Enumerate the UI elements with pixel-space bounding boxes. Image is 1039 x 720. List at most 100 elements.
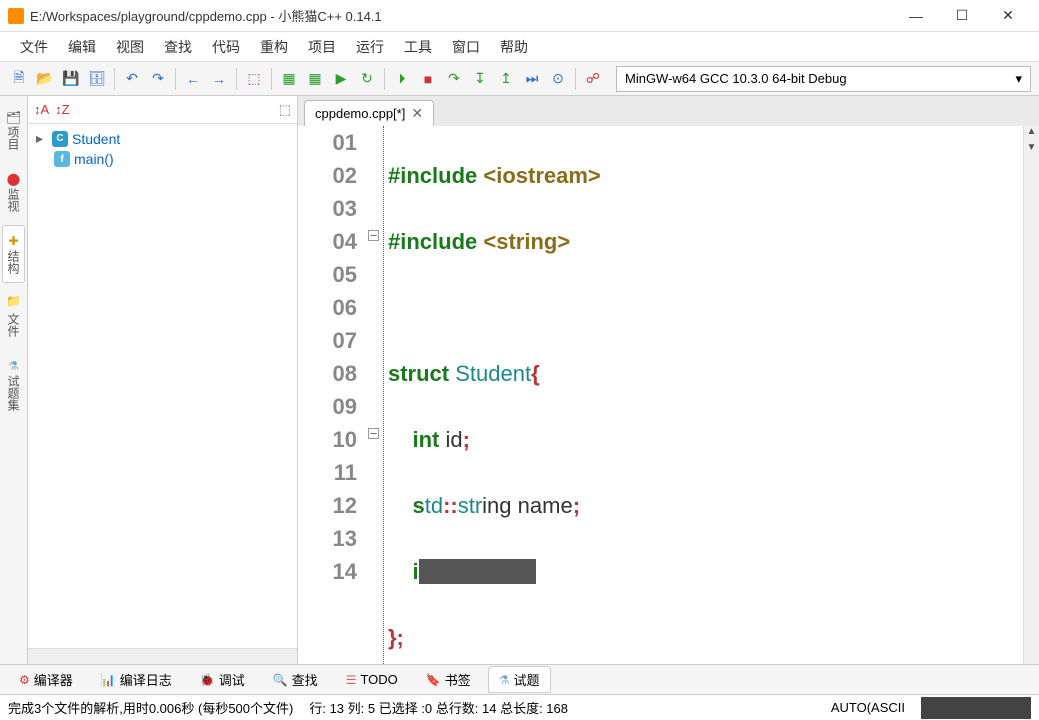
- editor-tabbar: cppdemo.cpp[*] ✕: [298, 96, 1039, 126]
- structure-panel: ↕A ↕Z ⬚ ▸ C Student f main(): [28, 96, 298, 664]
- sort-alpha-icon[interactable]: ↕A: [34, 102, 49, 117]
- menu-code[interactable]: 代码: [204, 35, 248, 59]
- files-icon: 📁: [7, 296, 21, 311]
- build-run-icon[interactable]: ▦: [304, 68, 326, 90]
- tree-item-main[interactable]: f main(): [36, 149, 289, 169]
- chart-icon: 📊: [101, 673, 116, 687]
- step-into-icon[interactable]: ↧: [469, 68, 491, 90]
- statusbar: 完成3个文件的解析,用时0.006秒 (每秒500个文件) 行: 13 列: 5…: [0, 694, 1039, 720]
- class-icon: C: [52, 131, 68, 147]
- toolwindow-watch[interactable]: ⬤监视: [2, 163, 25, 221]
- rebuild-icon[interactable]: ↻: [356, 68, 378, 90]
- problem-icon[interactable]: ☍: [582, 68, 604, 90]
- menu-refactor[interactable]: 重构: [252, 35, 296, 59]
- structure-icon: ✚: [7, 234, 21, 248]
- search-icon: 🔍: [273, 673, 288, 687]
- bug-icon: 🐞: [200, 673, 215, 687]
- tree-label: main(): [74, 151, 114, 167]
- redo-icon[interactable]: ↷: [147, 68, 169, 90]
- code-body[interactable]: #include <iostream> #include <string> st…: [384, 126, 1039, 664]
- save-icon[interactable]: 💾: [60, 68, 82, 90]
- run-icon[interactable]: ▶: [330, 68, 352, 90]
- menu-help[interactable]: 帮助: [492, 35, 536, 59]
- tab-todo[interactable]: ☰TODO: [335, 668, 409, 691]
- resource-graph: [921, 697, 1031, 719]
- menu-run[interactable]: 运行: [348, 35, 392, 59]
- tab-label: cppdemo.cpp[*]: [315, 106, 405, 121]
- build-icon[interactable]: ▦: [278, 68, 300, 90]
- compiler-select[interactable]: MinGW-w64 GCC 10.3.0 64-bit Debug ▾: [616, 66, 1031, 92]
- step-over-icon[interactable]: ↷: [443, 68, 465, 90]
- function-icon: f: [54, 151, 70, 167]
- menu-edit[interactable]: 编辑: [60, 35, 104, 59]
- toolbar: 🗎 📂 💾 🗄 ↶ ↷ ← → ⬚ ▦ ▦ ▶ ↻ ⏵ ■ ↷ ↧ ↥ ⏭ ⊙ …: [0, 62, 1039, 96]
- menubar: 文件 编辑 视图 查找 代码 重构 项目 运行 工具 窗口 帮助: [0, 32, 1039, 62]
- toolwindow-project[interactable]: 🗂项目: [2, 100, 25, 159]
- flask-icon: ⚗: [499, 673, 510, 687]
- tree-item-student[interactable]: ▸ C Student: [36, 128, 289, 149]
- status-parse: 完成3个文件的解析,用时0.006秒 (每秒500个文件): [8, 698, 293, 717]
- app-icon: [8, 8, 24, 24]
- status-cursor: 行: 13 列: 5 已选择 :0 总行数: 14 总长度: 168: [309, 698, 568, 717]
- fold-toggle-icon[interactable]: −: [368, 230, 379, 241]
- editor-scrollbar-v[interactable]: ▲ ▼: [1023, 126, 1039, 664]
- scroll-down-icon[interactable]: ▼: [1024, 142, 1039, 158]
- editor-tab-cppdemo[interactable]: cppdemo.cpp[*] ✕: [304, 100, 434, 126]
- close-button[interactable]: ✕: [985, 0, 1031, 32]
- sort-type-icon[interactable]: ↕Z: [55, 102, 69, 117]
- tab-buildlog[interactable]: 📊编译日志: [90, 666, 183, 693]
- debug-icon[interactable]: ⏵: [391, 68, 413, 90]
- bottom-tabbar: ⚙编译器 📊编译日志 🐞调试 🔍查找 ☰TODO 🔖书签 ⚗试题: [0, 664, 1039, 694]
- fold-column: − −: [368, 126, 384, 664]
- tab-bookmark[interactable]: 🔖书签: [415, 666, 482, 693]
- toolwindow-structure[interactable]: ✚结构: [2, 225, 25, 283]
- watch-icon: ⬤: [7, 172, 21, 186]
- forward-icon[interactable]: →: [208, 68, 230, 90]
- open-icon[interactable]: 📂: [34, 68, 56, 90]
- undo-icon[interactable]: ↶: [121, 68, 143, 90]
- tab-search[interactable]: 🔍查找: [262, 666, 329, 693]
- format-icon[interactable]: ⬚: [243, 68, 265, 90]
- scroll-up-icon[interactable]: ▲: [1024, 126, 1039, 142]
- collapse-icon[interactable]: ⬚: [279, 102, 291, 118]
- main: 🗂项目 ⬤监视 ✚结构 📁文件 ⚗试题集 ↕A ↕Z ⬚ ▸ C Student…: [0, 96, 1039, 664]
- minimize-button[interactable]: —: [893, 0, 939, 32]
- left-toolwindow-bar: 🗂项目 ⬤监视 ✚结构 📁文件 ⚗试题集: [0, 96, 28, 664]
- menu-file[interactable]: 文件: [12, 35, 56, 59]
- breakpoint-icon[interactable]: ⊙: [547, 68, 569, 90]
- tab-debug[interactable]: 🐞调试: [189, 666, 256, 693]
- menu-window[interactable]: 窗口: [444, 35, 488, 59]
- tab-problems[interactable]: ⚗试题: [488, 666, 551, 693]
- editor-area: cppdemo.cpp[*] ✕ 01 02 03 04 05 06 07 08…: [298, 96, 1039, 664]
- project-icon: 🗂: [7, 109, 21, 124]
- save-all-icon[interactable]: 🗄: [86, 68, 108, 90]
- code-editor[interactable]: 01 02 03 04 05 06 07 08 09 10 11 12 13 1…: [298, 126, 1039, 664]
- step-out-icon[interactable]: ↥: [495, 68, 517, 90]
- menu-view[interactable]: 视图: [108, 35, 152, 59]
- toolwindow-files[interactable]: 📁文件: [2, 287, 25, 346]
- tab-compiler[interactable]: ⚙编译器: [8, 666, 84, 693]
- fold-toggle-icon[interactable]: −: [368, 428, 379, 439]
- maximize-button[interactable]: ☐: [939, 0, 985, 32]
- back-icon[interactable]: ←: [182, 68, 204, 90]
- menu-tools[interactable]: 工具: [396, 35, 440, 59]
- compiler-label: MinGW-w64 GCC 10.3.0 64-bit Debug: [625, 71, 847, 86]
- line-gutter: 01 02 03 04 05 06 07 08 09 10 11 12 13 1…: [298, 126, 368, 664]
- close-tab-icon[interactable]: ✕: [411, 105, 423, 122]
- expand-icon[interactable]: ▸: [36, 130, 48, 147]
- continue-icon[interactable]: ⏭: [521, 68, 543, 90]
- new-file-icon[interactable]: 🗎: [8, 68, 30, 90]
- panel-scrollbar-h[interactable]: [28, 648, 297, 664]
- menu-search[interactable]: 查找: [156, 35, 200, 59]
- tree-label: Student: [72, 131, 120, 147]
- window-title: E:/Workspaces/playground/cppdemo.cpp - 小…: [30, 6, 893, 25]
- toolwindow-problems[interactable]: ⚗试题集: [2, 350, 25, 420]
- chevron-down-icon: ▾: [1015, 71, 1022, 87]
- structure-tree: ▸ C Student f main(): [28, 124, 297, 648]
- structure-tools: ↕A ↕Z ⬚: [28, 96, 297, 124]
- problems-icon: ⚗: [7, 359, 21, 373]
- stop-icon[interactable]: ■: [417, 68, 439, 90]
- menu-project[interactable]: 项目: [300, 35, 344, 59]
- titlebar: E:/Workspaces/playground/cppdemo.cpp - 小…: [0, 0, 1039, 32]
- gear-icon: ⚙: [19, 673, 30, 687]
